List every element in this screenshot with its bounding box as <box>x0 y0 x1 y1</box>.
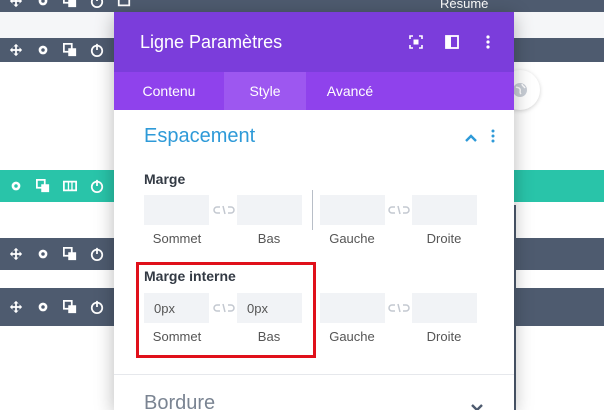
margin-right-input[interactable] <box>412 195 477 225</box>
move-icon[interactable] <box>5 243 27 265</box>
section-title: Espacement <box>144 124 256 147</box>
duplicate-icon[interactable] <box>59 0 81 12</box>
power-icon[interactable] <box>86 243 108 265</box>
padding-left-input[interactable] <box>320 293 385 323</box>
power-icon[interactable] <box>86 175 108 197</box>
top-row-label: Résumé <box>440 0 489 11</box>
gear-icon[interactable] <box>5 175 27 197</box>
margin-top-input[interactable] <box>144 195 209 225</box>
chevron-up-icon[interactable] <box>464 128 478 147</box>
spacing-section-header[interactable]: Espacement <box>114 110 514 162</box>
move-icon[interactable] <box>5 0 27 12</box>
duplicate-icon[interactable] <box>59 39 81 61</box>
chevron-down-icon[interactable] <box>470 398 484 410</box>
section-separator <box>114 374 514 375</box>
gear-icon[interactable] <box>32 243 54 265</box>
duplicate-icon[interactable] <box>59 296 81 318</box>
row-settings-modal: Ligne Paramètres Contenu Style Avancé Es… <box>114 12 514 410</box>
margin-right-label: Droite <box>426 231 462 246</box>
margin-bottom-input[interactable] <box>237 195 302 225</box>
link-icon[interactable] <box>388 203 410 217</box>
modal-title: Ligne Paramètres <box>140 31 283 52</box>
modal-header: Ligne Paramètres <box>114 12 514 72</box>
settings-tabs: Contenu Style Avancé <box>114 72 514 110</box>
margin-label: Marge <box>144 171 186 187</box>
link-icon[interactable] <box>213 203 235 217</box>
padding-right-label: Droite <box>426 329 462 344</box>
border-section-title[interactable]: Bordure <box>144 392 215 410</box>
highlight-box <box>136 262 316 358</box>
margin-top-label: Sommet <box>152 231 202 246</box>
globe-icon <box>513 83 527 97</box>
duplicate-icon[interactable] <box>59 243 81 265</box>
power-icon[interactable] <box>86 0 108 12</box>
padding-left-label: Gauche <box>329 329 375 344</box>
columns-icon[interactable] <box>113 0 135 12</box>
tab-contenu[interactable]: Contenu <box>114 72 224 110</box>
fullscreen-icon[interactable] <box>408 32 424 52</box>
move-icon[interactable] <box>5 39 27 61</box>
builder-row-top: Résumé <box>0 0 604 12</box>
kebab-menu-icon[interactable] <box>480 32 496 52</box>
split-view-icon[interactable] <box>444 32 460 52</box>
kebab-menu-icon[interactable] <box>490 128 496 147</box>
link-icon[interactable] <box>388 301 410 315</box>
power-icon[interactable] <box>86 39 108 61</box>
gear-icon[interactable] <box>32 296 54 318</box>
duplicate-icon[interactable] <box>32 175 54 197</box>
gear-icon[interactable] <box>32 0 54 12</box>
power-icon[interactable] <box>86 296 108 318</box>
tab-style[interactable]: Style <box>224 72 306 110</box>
move-icon[interactable] <box>5 296 27 318</box>
tab-avance[interactable]: Avancé <box>306 72 394 110</box>
margin-bottom-label: Bas <box>257 231 281 246</box>
columns-icon[interactable] <box>59 175 81 197</box>
gear-icon[interactable] <box>32 39 54 61</box>
margin-left-label: Gauche <box>329 231 375 246</box>
padding-right-input[interactable] <box>412 293 477 323</box>
divider <box>312 190 313 230</box>
margin-left-input[interactable] <box>320 195 385 225</box>
